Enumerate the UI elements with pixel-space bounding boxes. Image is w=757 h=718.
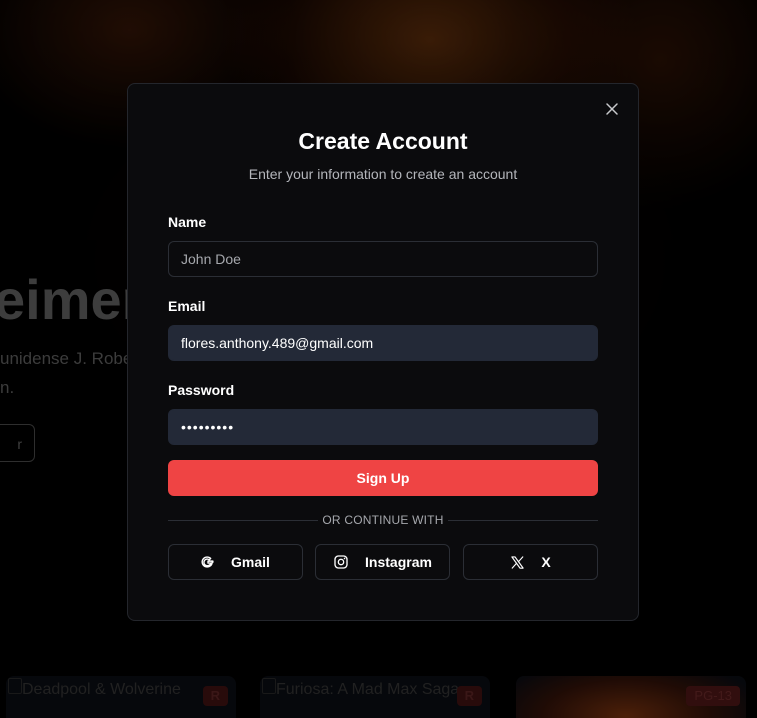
x-button[interactable]: X (463, 544, 598, 580)
close-button[interactable] (602, 99, 622, 119)
password-label: Password (168, 382, 235, 398)
email-label: Email (168, 298, 206, 314)
gmail-button-label: Gmail (231, 554, 270, 570)
page: eimer unidense J. Robe n. r Deadpool & W… (0, 0, 757, 718)
sign-up-button[interactable]: Sign Up (168, 460, 598, 496)
divider-line-right (448, 520, 598, 521)
x-button-label: X (541, 554, 551, 570)
password-input[interactable] (168, 409, 598, 445)
instagram-button[interactable]: Instagram (315, 544, 450, 580)
dialog-subtitle: Enter your information to create an acco… (248, 166, 518, 182)
email-input[interactable] (168, 325, 598, 361)
divider-text: OR CONTINUE WITH (322, 513, 444, 527)
divider-line-left (168, 520, 318, 521)
instagram-button-label: Instagram (365, 554, 432, 570)
dialog-title: Create Account (298, 128, 468, 154)
gmail-button[interactable]: Gmail (168, 544, 303, 580)
google-icon (201, 556, 214, 568)
create-account-dialog: Create Account Enter your information to… (127, 83, 639, 621)
name-label: Name (168, 214, 207, 230)
x-logo-icon (511, 555, 525, 569)
instagram-icon (334, 555, 348, 569)
close-icon (606, 103, 618, 115)
name-input[interactable] (168, 241, 598, 277)
